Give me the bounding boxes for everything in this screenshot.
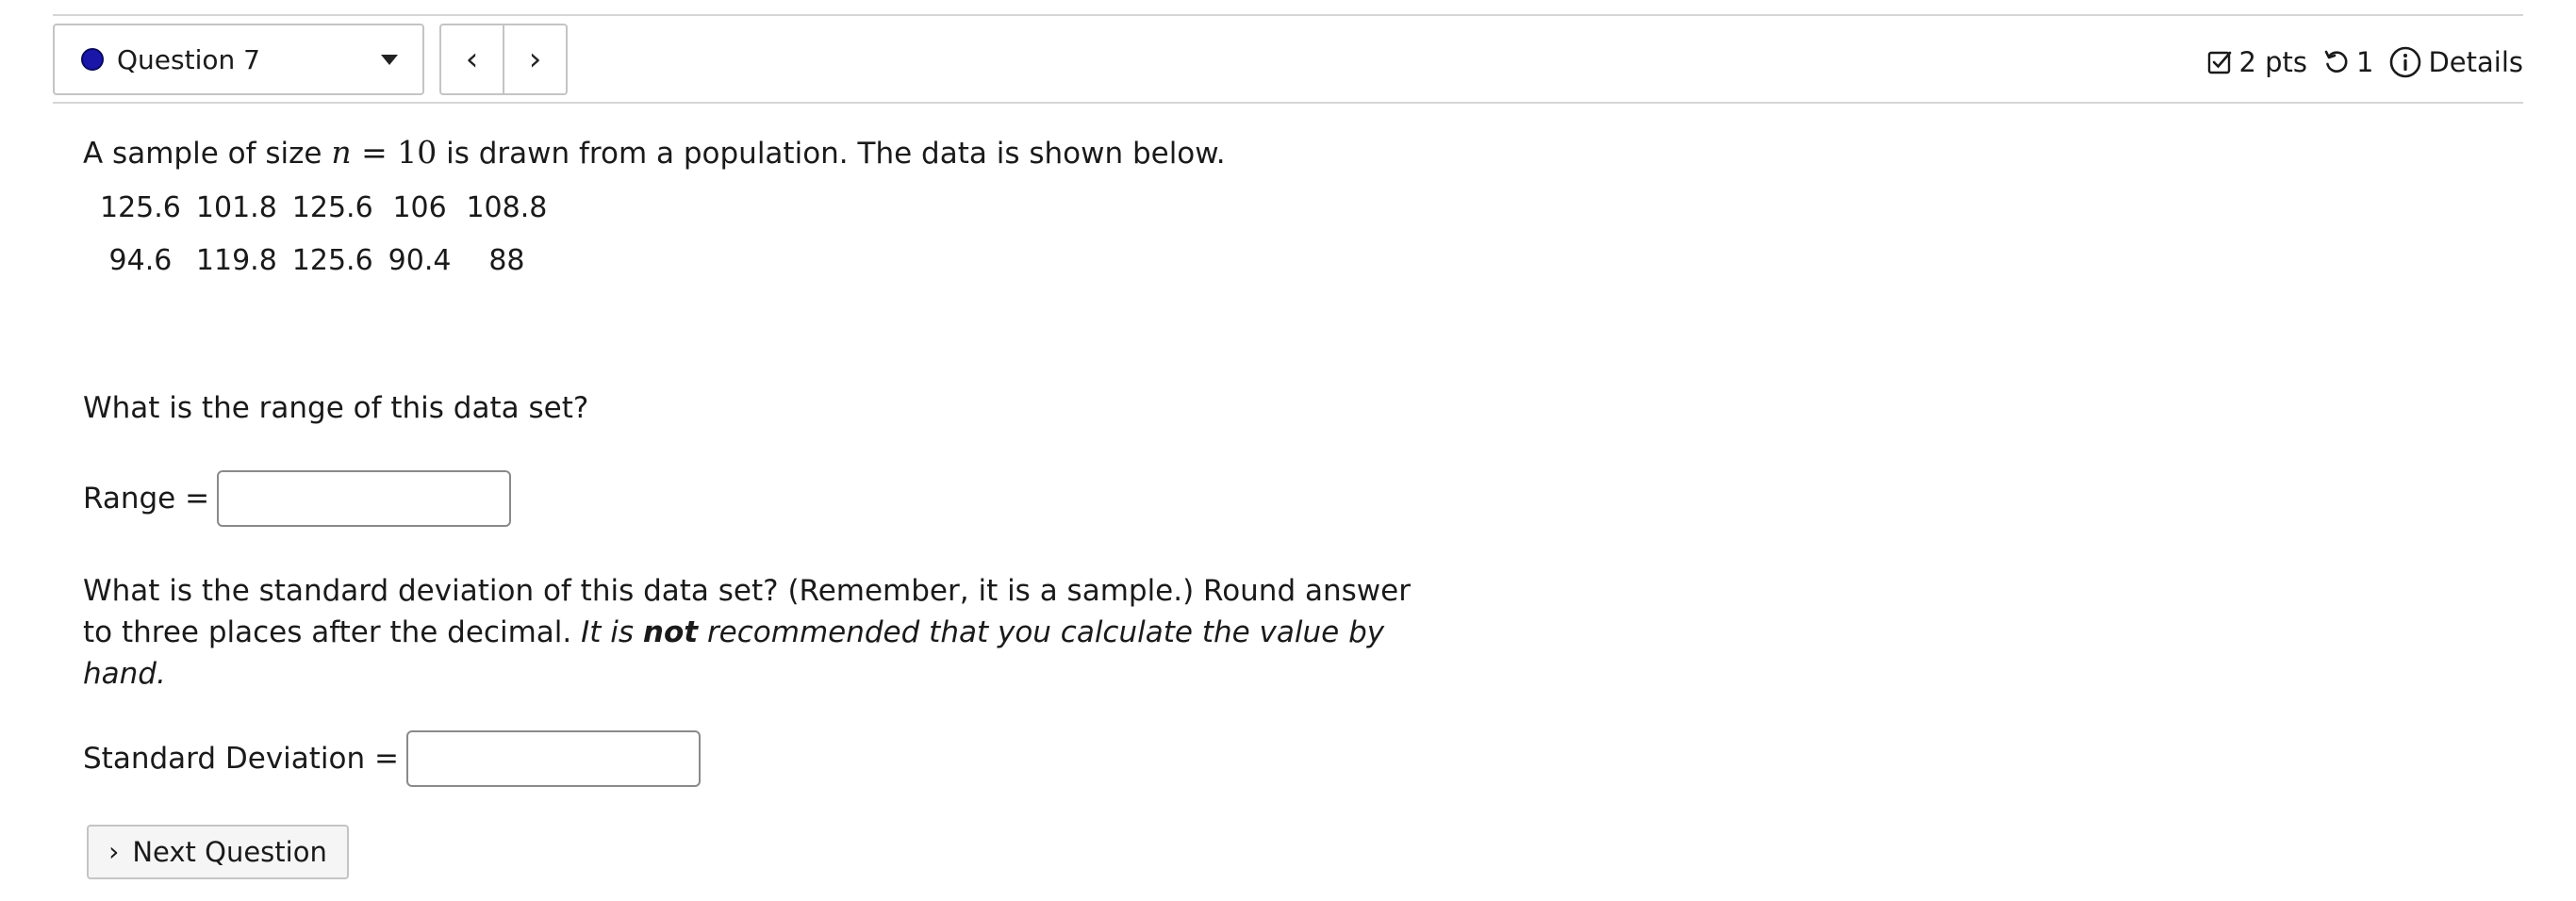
- chevron-right-icon: ›: [528, 41, 542, 78]
- chevron-left-icon: ‹: [465, 41, 479, 78]
- data-cell: 125.6: [100, 191, 181, 224]
- info-icon: [2390, 46, 2421, 78]
- sd-input[interactable]: [406, 730, 701, 787]
- intro-text-before: A sample of size: [83, 137, 322, 171]
- range-input[interactable]: [217, 470, 512, 527]
- math-expression: n = 10: [331, 134, 437, 171]
- range-question: What is the range of this data set?: [83, 391, 589, 425]
- sd-not: not: [642, 615, 699, 649]
- sd-it-is: It is: [581, 615, 635, 649]
- range-field-row: Range =: [83, 470, 1497, 527]
- header-divider: [53, 102, 2523, 104]
- sd-question: What is the standard deviation of this d…: [83, 570, 1422, 695]
- sd-field-row: Standard Deviation =: [83, 730, 1497, 787]
- data-cell: 94.6: [108, 244, 173, 277]
- question-intro: A sample of size n = 10 is drawn from a …: [83, 132, 1497, 174]
- table-row: 125.6 101.8 125.6 106 108.8: [92, 182, 554, 235]
- data-cell: 125.6: [291, 191, 373, 224]
- data-table: 125.6 101.8 125.6 106 108.8 94.6 119.8 1…: [92, 182, 554, 287]
- caret-down-icon: [381, 54, 398, 65]
- math-value: 10: [397, 134, 438, 171]
- top-divider: [53, 14, 2523, 16]
- chevron-right-icon: ›: [108, 836, 120, 867]
- next-question-arrow-button[interactable]: ›: [503, 25, 566, 93]
- checkbox-icon: [2208, 51, 2232, 74]
- sd-label: Standard Deviation =: [83, 742, 399, 776]
- next-question-button[interactable]: › Next Question: [87, 825, 349, 879]
- points-text: 2 pts: [2238, 46, 2307, 78]
- details-button[interactable]: Details: [2388, 45, 2523, 79]
- data-cell: 88: [488, 244, 525, 277]
- data-cell: 108.8: [466, 191, 548, 224]
- data-cell: 106: [392, 191, 447, 224]
- status-dot-icon: [81, 48, 104, 71]
- question-body: A sample of size n = 10 is drawn from a …: [83, 132, 1497, 879]
- data-cell: 119.8: [195, 244, 277, 277]
- attempts-indicator: 1: [2322, 46, 2373, 78]
- question-page: Question 7 ‹ › 2 pts 1 Details A sample …: [0, 0, 2576, 901]
- next-question-label: Next Question: [132, 836, 327, 868]
- points-indicator: 2 pts: [2206, 46, 2307, 78]
- data-cell: 101.8: [195, 191, 277, 224]
- intro-text-after: is drawn from a population. The data is …: [446, 137, 1226, 171]
- question-selector[interactable]: Question 7: [53, 24, 424, 95]
- data-cell: 125.6: [291, 244, 373, 277]
- attempts-text: 1: [2356, 46, 2374, 78]
- question-label: Question 7: [117, 43, 260, 75]
- question-nav: ‹ ›: [439, 24, 568, 95]
- math-equals: =: [361, 134, 388, 171]
- previous-question-button[interactable]: ‹: [441, 25, 503, 93]
- retry-icon: [2324, 50, 2348, 73]
- math-variable: n: [331, 134, 352, 171]
- details-label: Details: [2428, 46, 2523, 78]
- table-row: 94.6 119.8 125.6 90.4 88: [92, 235, 554, 287]
- range-label: Range =: [83, 482, 210, 516]
- data-cell: 90.4: [388, 244, 452, 277]
- question-meta: 2 pts 1 Details: [2191, 36, 2523, 89]
